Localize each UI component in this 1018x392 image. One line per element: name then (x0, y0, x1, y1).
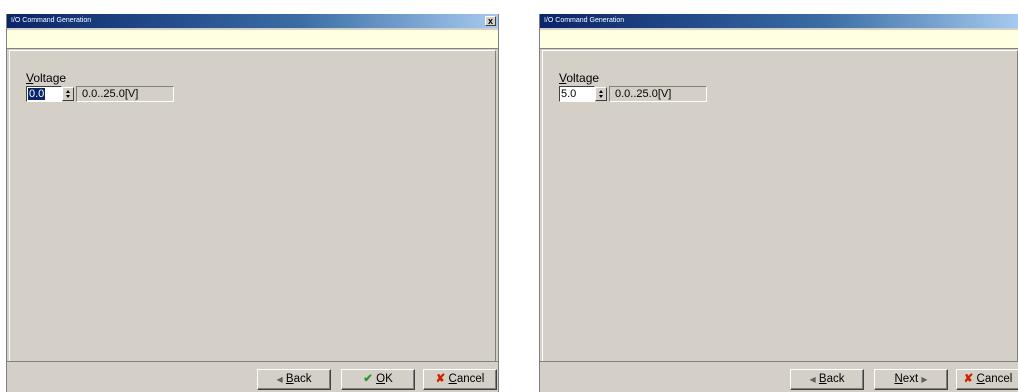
voltage-input[interactable]: 0.0 (26, 86, 62, 102)
dialog-title: I/O Command Generation (544, 17, 625, 24)
voltage-spinner[interactable] (595, 87, 607, 101)
checkmark-icon: ✔ (363, 373, 373, 385)
hint-bar (540, 30, 1018, 49)
cancel-button[interactable]: ✘ Cancel (423, 369, 497, 390)
title-bar[interactable]: I/O Command Generation x (7, 14, 498, 28)
cancel-x-icon: ✘ (435, 373, 446, 385)
close-icon: x (487, 16, 493, 26)
voltage-range: 0.0..25.0[V] (609, 86, 707, 102)
next-arrow-icon: ▶ (921, 375, 928, 384)
voltage-value: 0.0 (28, 88, 46, 100)
ok-button[interactable]: ✔ OK (341, 369, 415, 390)
button-row: ◀ Back Next ▶ ✘ Cancel (540, 361, 1018, 392)
voltage-label: Voltage (26, 71, 67, 85)
spin-down-icon[interactable] (66, 95, 70, 98)
spin-up-icon[interactable] (66, 90, 70, 93)
spin-down-icon[interactable] (599, 95, 603, 98)
back-button[interactable]: ◀ Back (257, 369, 331, 390)
back-arrow-icon: ◀ (809, 375, 816, 384)
button-row: ◀ Back ✔ OK ✘ Cancel (7, 361, 498, 392)
next-button[interactable]: Next ▶ (874, 369, 948, 390)
content-panel: Voltage 5.0 0.0..25.0[V] (542, 50, 1018, 362)
voltage-value: 5.0 (561, 88, 577, 100)
hint-bar (7, 30, 498, 49)
cancel-button[interactable]: ✘ Cancel (956, 369, 1018, 390)
spin-up-icon[interactable] (599, 90, 603, 93)
voltage-label: Voltage (559, 71, 600, 85)
dialog-title: I/O Command Generation (11, 17, 92, 24)
voltage-input[interactable]: 5.0 (559, 86, 595, 102)
voltage-spinner[interactable] (62, 87, 74, 101)
close-button[interactable]: x (485, 16, 496, 26)
voltage-range: 0.0..25.0[V] (76, 86, 174, 102)
io-command-dialog-left: I/O Command Generation x Voltage 0.0 0.0… (6, 14, 499, 392)
content-panel: Voltage 0.0 0.0..25.0[V] (9, 50, 496, 362)
title-bar[interactable]: I/O Command Generation (540, 14, 1018, 28)
back-button[interactable]: ◀ Back (790, 369, 864, 390)
back-arrow-icon: ◀ (276, 375, 283, 384)
cancel-x-icon: ✘ (963, 373, 974, 385)
io-command-dialog-right: I/O Command Generation Voltage 5.0 0.0..… (539, 14, 1018, 392)
